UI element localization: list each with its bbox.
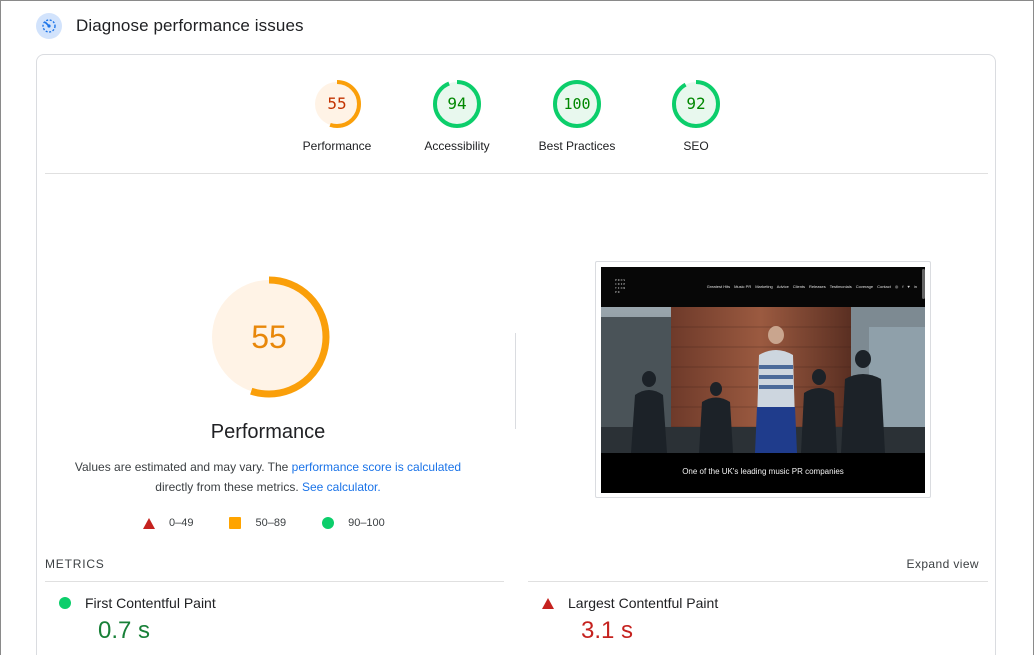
instagram-icon: ◎ bbox=[894, 284, 899, 289]
screenshot-nav-link: Greatest Hits bbox=[706, 284, 731, 289]
metrics-divider-left bbox=[45, 581, 504, 582]
screenshot-nav-link: Releases bbox=[809, 284, 826, 289]
report-card: 55 Performance 94 Accessibility 100 Best… bbox=[36, 54, 996, 655]
screenshot-navbar: PROS CRIP TION PR Greatest Hits Music PR M… bbox=[601, 267, 925, 307]
performance-score: 55 bbox=[251, 319, 287, 355]
screenshot-nav-link: Contact bbox=[877, 284, 891, 289]
see-calculator-link[interactable]: See calculator. bbox=[302, 480, 381, 494]
pass-circle-icon bbox=[322, 517, 335, 529]
speed-gauge-icon bbox=[36, 13, 62, 39]
gauge-accessibility-ring: 94 bbox=[433, 80, 481, 128]
section-header: Diagnose performance issues bbox=[36, 12, 304, 40]
divider bbox=[45, 173, 988, 174]
performance-description: Values are estimated and may vary. The p… bbox=[57, 457, 479, 497]
legend-average: 50–89 bbox=[229, 517, 286, 529]
section-title: Diagnose performance issues bbox=[76, 16, 304, 35]
twitter-icon: ♥ bbox=[907, 284, 910, 289]
screenshot-image: PROS CRIP TION PR Greatest Hits Music PR M… bbox=[601, 267, 925, 493]
metric-name: Largest Contentful Paint bbox=[568, 595, 719, 611]
gauge-performance[interactable]: 55 Performance bbox=[277, 79, 397, 153]
page-screenshot[interactable]: PROS CRIP TION PR Greatest Hits Music PR M… bbox=[595, 261, 931, 498]
performance-gauge: 55 bbox=[207, 275, 331, 399]
performance-gauge-ring: 55 bbox=[208, 276, 330, 398]
vertical-divider bbox=[515, 333, 516, 429]
metric-header: Largest Contentful Paint bbox=[542, 595, 718, 611]
gauge-score: 94 bbox=[447, 94, 466, 113]
gauge-score: 92 bbox=[686, 94, 705, 113]
score-calculated-link[interactable]: performance score is calculated bbox=[292, 460, 461, 474]
score-legend: 0–49 50–89 90–100 bbox=[143, 517, 421, 529]
fail-triangle-icon bbox=[143, 517, 155, 529]
gauge-label: Best Practices bbox=[538, 139, 616, 153]
legend-average-label: 50–89 bbox=[255, 517, 287, 529]
gauge-seo[interactable]: 92 SEO bbox=[636, 79, 756, 153]
linkedin-icon: in bbox=[913, 284, 917, 289]
legend-fail: 0–49 bbox=[143, 517, 193, 529]
band-photo bbox=[601, 307, 925, 453]
average-square-icon bbox=[229, 517, 242, 529]
screenshot-nav-link: Testimonials bbox=[829, 284, 852, 289]
gauge-label: SEO bbox=[683, 139, 709, 153]
facebook-icon: f bbox=[902, 284, 904, 289]
screenshot-nav-link: Music PR bbox=[734, 284, 752, 289]
metrics-heading: METRICS bbox=[45, 557, 105, 571]
screenshot-nav-links: Greatest Hits Music PR Marketing Advice Clie… bbox=[703, 284, 917, 289]
metric-value: 0.7 s bbox=[98, 617, 151, 644]
screenshot-scrollbar bbox=[922, 269, 925, 299]
gauge-score: 55 bbox=[327, 94, 346, 113]
screenshot-nav-link: Coverage bbox=[855, 284, 874, 289]
screenshot-nav-link: Clients bbox=[792, 284, 806, 289]
screenshot-nav-link: Marketing bbox=[755, 284, 773, 289]
metric-fcp: First Contentful Paint 0.7 s bbox=[59, 595, 216, 645]
gauge-best-practices-ring: 100 bbox=[553, 80, 601, 128]
gauge-score: 100 bbox=[563, 95, 590, 113]
pass-circle-icon bbox=[59, 597, 71, 609]
gauge-accessibility[interactable]: 94 Accessibility bbox=[397, 79, 517, 153]
desc-text: Values are estimated and may vary. The bbox=[74, 460, 292, 474]
screenshot-nav-link: Advice bbox=[776, 284, 789, 289]
legend-pass-label: 90–100 bbox=[348, 517, 385, 529]
metrics-divider-right bbox=[528, 581, 988, 582]
fail-triangle-icon bbox=[542, 597, 554, 609]
screenshot-caption: One of the UK's leading music PR compani… bbox=[682, 467, 844, 476]
metric-lcp: Largest Contentful Paint 3.1 s bbox=[542, 595, 718, 645]
expand-view-button[interactable]: Expand view bbox=[907, 557, 979, 571]
legend-fail-label: 0–49 bbox=[169, 517, 194, 529]
legend-pass: 90–100 bbox=[322, 517, 385, 529]
gauge-performance-ring: 55 bbox=[313, 80, 361, 128]
gauge-seo-ring: 92 bbox=[672, 80, 720, 128]
screenshot-logo: PROS CRIP TION PR bbox=[615, 278, 627, 294]
metric-value: 3.1 s bbox=[581, 617, 634, 644]
gauge-best-practices[interactable]: 100 Best Practices bbox=[517, 79, 637, 153]
performance-title: Performance bbox=[210, 421, 326, 443]
metric-name: First Contentful Paint bbox=[85, 595, 216, 611]
category-gauges: 55 Performance 94 Accessibility 100 Best… bbox=[37, 79, 995, 179]
desc-text: directly from these metrics. bbox=[155, 480, 302, 494]
gauge-label: Accessibility bbox=[424, 139, 490, 153]
metric-header: First Contentful Paint bbox=[59, 595, 216, 611]
gauge-label: Performance bbox=[302, 139, 372, 153]
